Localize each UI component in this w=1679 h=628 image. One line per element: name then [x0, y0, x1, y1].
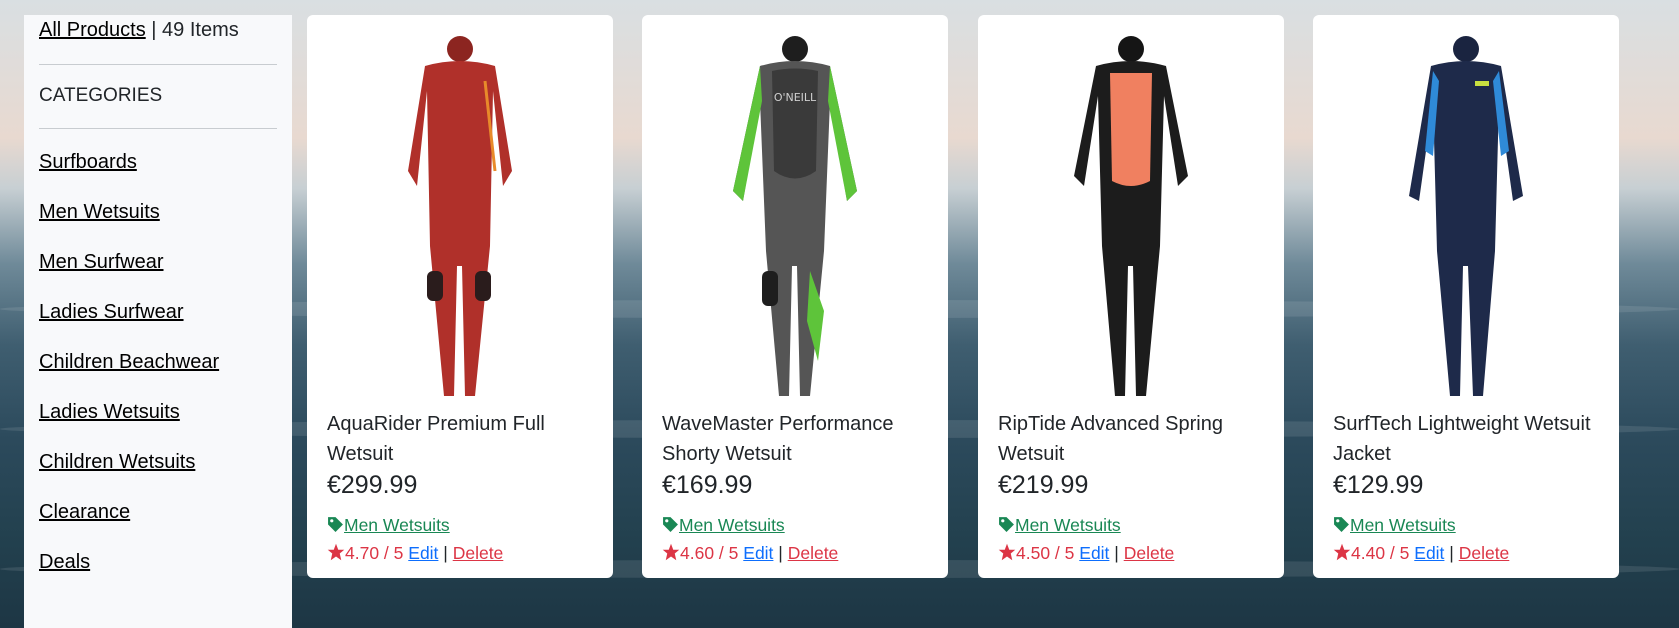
product-image[interactable] — [1313, 21, 1619, 401]
product-rating: 4.60 / 5 — [680, 543, 739, 563]
category-link-children-beachwear[interactable]: Children Beachwear — [39, 351, 219, 373]
product-image[interactable] — [307, 21, 613, 401]
star-icon — [998, 543, 1016, 561]
category-link[interactable]: Men Wetsuits — [679, 515, 785, 535]
category-link-children-wetsuits[interactable]: Children Wetsuits — [39, 451, 195, 473]
category-link[interactable]: Men Wetsuits — [344, 515, 450, 535]
category-link-clearance[interactable]: Clearance — [39, 501, 130, 523]
product-meta: 4.60 / 5 Edit | Delete — [662, 543, 838, 564]
product-category: Men Wetsuits — [1333, 515, 1456, 536]
product-image[interactable]: O'NEILL — [642, 21, 948, 401]
product-card: SurfTech Lightweight Wetsuit Jacket €129… — [1313, 15, 1619, 578]
category-link-men-surfwear[interactable]: Men Surfwear — [39, 251, 164, 273]
tag-icon — [328, 517, 343, 532]
category-sidebar: All Products | 49 Items CATEGORIES Surfb… — [24, 15, 292, 628]
svg-text:O'NEILL: O'NEILL — [774, 91, 817, 104]
product-category: Men Wetsuits — [662, 515, 785, 536]
product-rating: 4.70 / 5 — [345, 543, 404, 563]
product-name[interactable]: WaveMaster Performance Shorty Wetsuit — [662, 409, 932, 469]
product-price: €219.99 — [998, 471, 1089, 499]
product-name[interactable]: SurfTech Lightweight Wetsuit Jacket — [1333, 409, 1603, 469]
category-link[interactable]: Men Wetsuits — [1015, 515, 1121, 535]
wetsuit-figure — [1074, 36, 1188, 396]
tag-icon — [1334, 517, 1349, 532]
product-rating: 4.50 / 5 — [1016, 543, 1075, 563]
product-card: RipTide Advanced Spring Wetsuit €219.99 … — [978, 15, 1284, 578]
product-card: AquaRider Premium Full Wetsuit €299.99 M… — [307, 15, 613, 578]
delete-link[interactable]: Delete — [453, 543, 504, 563]
category-link-men-wetsuits[interactable]: Men Wetsuits — [39, 201, 160, 223]
wetsuit-figure: O'NEILL — [733, 36, 857, 396]
edit-link[interactable]: Edit — [1414, 543, 1444, 563]
all-products-link[interactable]: All Products — [39, 19, 146, 41]
tag-icon — [663, 517, 678, 532]
product-meta: 4.40 / 5 Edit | Delete — [1333, 543, 1509, 564]
product-card: O'NEILL WaveMaster Performance Shorty We… — [642, 15, 948, 578]
delete-link[interactable]: Delete — [1459, 543, 1510, 563]
delete-link[interactable]: Delete — [788, 543, 839, 563]
product-category: Men Wetsuits — [327, 515, 450, 536]
wetsuit-figure — [408, 36, 512, 396]
categories-heading: CATEGORIES — [39, 85, 163, 106]
product-name[interactable]: AquaRider Premium Full Wetsuit — [327, 409, 597, 469]
product-price: €299.99 — [327, 471, 418, 499]
category-link-ladies-surfwear[interactable]: Ladies Surfwear — [39, 301, 184, 323]
delete-link[interactable]: Delete — [1124, 543, 1175, 563]
product-image[interactable] — [978, 21, 1284, 401]
product-name[interactable]: RipTide Advanced Spring Wetsuit — [998, 409, 1268, 469]
breadcrumb: All Products | 49 Items — [39, 18, 277, 64]
item-count: | 49 Items — [145, 19, 239, 41]
category-list: Surfboards Men Wetsuits Men Surfwear Lad… — [39, 129, 277, 601]
edit-link[interactable]: Edit — [408, 543, 438, 563]
star-icon — [1333, 543, 1351, 561]
product-price: €169.99 — [662, 471, 753, 499]
category-link-deals[interactable]: Deals — [39, 551, 90, 573]
product-rating: 4.40 / 5 — [1351, 543, 1410, 563]
product-category: Men Wetsuits — [998, 515, 1121, 536]
category-link-surfboards[interactable]: Surfboards — [39, 151, 137, 173]
edit-link[interactable]: Edit — [743, 543, 773, 563]
product-price: €129.99 — [1333, 471, 1424, 499]
star-icon — [327, 543, 345, 561]
tag-icon — [999, 517, 1014, 532]
category-link[interactable]: Men Wetsuits — [1350, 515, 1456, 535]
wetsuit-figure — [1409, 36, 1523, 396]
product-meta: 4.70 / 5 Edit | Delete — [327, 543, 503, 564]
category-link-ladies-wetsuits[interactable]: Ladies Wetsuits — [39, 401, 180, 423]
product-meta: 4.50 / 5 Edit | Delete — [998, 543, 1174, 564]
edit-link[interactable]: Edit — [1079, 543, 1109, 563]
star-icon — [662, 543, 680, 561]
